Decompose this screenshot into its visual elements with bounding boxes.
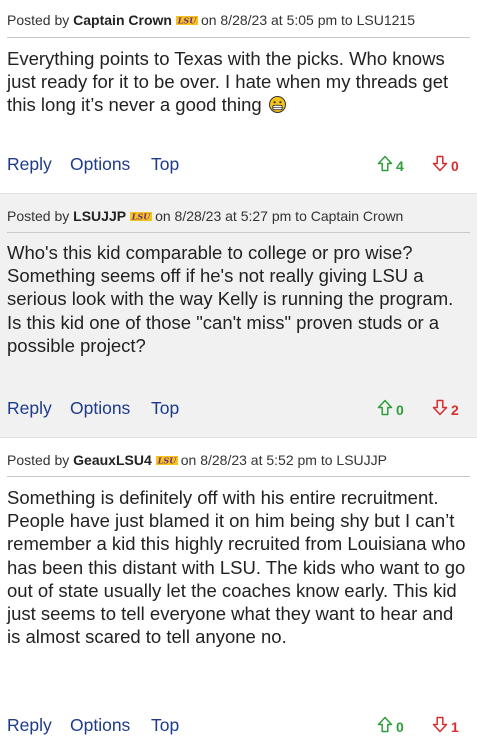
post-3: Posted by GeauxLSU4 LSU on 8/28/23 at 5:52… <box>0 438 477 750</box>
posted-by-label: Posted by <box>7 12 70 28</box>
post-meta: on 8/28/23 at 5:52 pm to LSUJJP <box>180 452 387 468</box>
post-header: Posted by Captain Crown LSU on 8/28/23 at … <box>7 12 470 28</box>
post-actions: Reply Options Top 0 1 <box>7 715 470 739</box>
lsu-badge-icon: LSU <box>130 212 153 221</box>
downvote-count: 2 <box>451 402 459 418</box>
badge-text: LSU <box>177 16 197 25</box>
reply-link[interactable]: Reply <box>7 715 52 736</box>
downvote-button[interactable]: 1 <box>432 716 459 738</box>
post-meta: on 8/28/23 at 5:05 pm to LSU1215 <box>200 12 415 28</box>
header-divider <box>7 232 470 233</box>
reply-link[interactable]: Reply <box>7 398 52 419</box>
downvote-count: 1 <box>451 719 459 735</box>
upvote-button[interactable]: 0 <box>377 716 404 738</box>
downvote-count: 0 <box>451 158 459 174</box>
thumb-down-arrow-icon <box>432 716 448 738</box>
grimace-emoji-icon <box>268 95 286 114</box>
downvote-button[interactable]: 0 <box>432 155 459 177</box>
top-link[interactable]: Top <box>151 398 179 419</box>
thumb-up-arrow-icon <box>377 155 393 177</box>
options-link[interactable]: Options <box>70 398 130 419</box>
post-header: Posted by LSUJJP LSU on 8/28/23 at 5:27 pm… <box>7 208 470 224</box>
post-body-text: Something is definitely off with his ent… <box>7 487 466 648</box>
username-link[interactable]: Captain Crown <box>73 12 172 28</box>
post-body-text: Everything points to Texas with the pick… <box>7 48 449 116</box>
upvote-count: 0 <box>396 402 404 418</box>
posted-by-label: Posted by <box>7 452 70 468</box>
lsu-badge-icon: LSU <box>155 456 178 465</box>
post-body: Something is definitely off with his ent… <box>7 486 469 648</box>
upvote-button[interactable]: 4 <box>377 155 404 177</box>
username-link[interactable]: GeauxLSU4 <box>73 452 152 468</box>
options-link[interactable]: Options <box>70 154 130 175</box>
post-actions: Reply Options Top 0 2 <box>7 398 470 422</box>
top-link[interactable]: Top <box>151 154 179 175</box>
upvote-count: 0 <box>396 719 404 735</box>
post-meta: on 8/28/23 at 5:27 pm to Captain Crown <box>155 208 404 224</box>
header-divider <box>7 37 470 38</box>
posted-by-label: Posted by <box>7 208 70 224</box>
reply-link[interactable]: Reply <box>7 154 52 175</box>
post-body: Everything points to Texas with the pick… <box>7 47 469 117</box>
post-header: Posted by GeauxLSU4 LSU on 8/28/23 at 5:52… <box>7 452 470 468</box>
username-link[interactable]: LSUJJP <box>73 208 126 224</box>
post-body: Who's this kid comparable to college or … <box>7 241 469 357</box>
thumb-up-arrow-icon <box>377 716 393 738</box>
post-body-text: Who's this kid comparable to college or … <box>7 242 454 356</box>
options-link[interactable]: Options <box>70 715 130 736</box>
downvote-button[interactable]: 2 <box>432 399 459 421</box>
post-2: Posted by LSUJJP LSU on 8/28/23 at 5:27 pm… <box>0 194 477 437</box>
lsu-badge-icon: LSU <box>175 16 198 25</box>
header-divider <box>7 476 470 477</box>
badge-text: LSU <box>131 212 151 221</box>
upvote-button[interactable]: 0 <box>377 399 404 421</box>
thumb-down-arrow-icon <box>432 155 448 177</box>
upvote-count: 4 <box>396 158 404 174</box>
thumb-down-arrow-icon <box>432 399 448 421</box>
thumb-up-arrow-icon <box>377 399 393 421</box>
top-link[interactable]: Top <box>151 715 179 736</box>
post-1: Posted by Captain Crown LSU on 8/28/23 at … <box>0 0 477 193</box>
badge-text: LSU <box>157 456 177 465</box>
post-actions: Reply Options Top 4 0 <box>7 154 470 178</box>
